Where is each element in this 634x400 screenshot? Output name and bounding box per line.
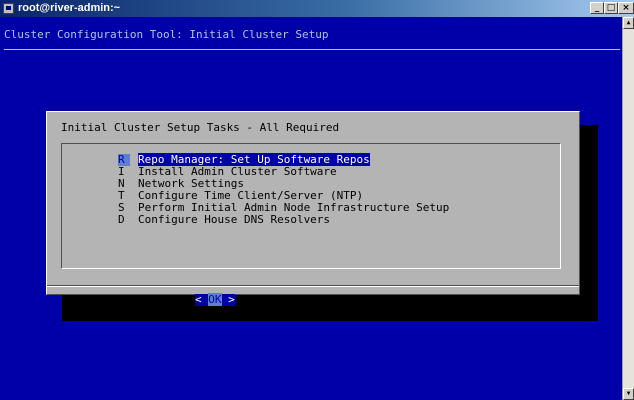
back-button[interactable]: < Back > (335, 294, 388, 306)
close-button[interactable]: × (618, 2, 634, 14)
menu-item-key: D (118, 213, 125, 226)
maximize-button[interactable]: □ (604, 2, 618, 14)
terminal-scrollbar[interactable]: ▲ ▼ (622, 17, 634, 400)
terminal-screen[interactable]: Cluster Configuration Tool: Initial Clus… (0, 17, 622, 400)
window-titlebar[interactable]: root@river-admin:~ _ □ × (0, 0, 634, 17)
ok-close-bracket: > (228, 293, 235, 306)
scroll-down-arrow-icon[interactable]: ▼ (623, 388, 634, 400)
terminal-app-icon (3, 3, 14, 14)
menu-item-label: Configure House DNS Resolvers (138, 213, 331, 226)
dialog-heading: Initial Cluster Setup Tasks - All Requir… (61, 121, 340, 134)
menu-item-dns-resolvers[interactable]: D Configure House DNS Resolvers (118, 214, 330, 226)
task-menu: R Repo Manager: Set Up Software Repos I In… (61, 143, 561, 269)
scroll-up-arrow-icon[interactable]: ▲ (623, 17, 634, 29)
button-separator (47, 286, 579, 287)
ok-button-label: OK (208, 293, 222, 306)
screen-title-rule (4, 49, 620, 50)
minimize-button[interactable]: _ (590, 2, 604, 14)
window-title: root@river-admin:~ (18, 2, 121, 14)
ok-open-bracket: < (195, 293, 202, 306)
screen-title: Cluster Configuration Tool: Initial Clus… (4, 28, 329, 41)
ok-button[interactable]: < OK > (195, 293, 235, 306)
setup-dialog: Initial Cluster Setup Tasks - All Requir… (46, 111, 580, 306)
